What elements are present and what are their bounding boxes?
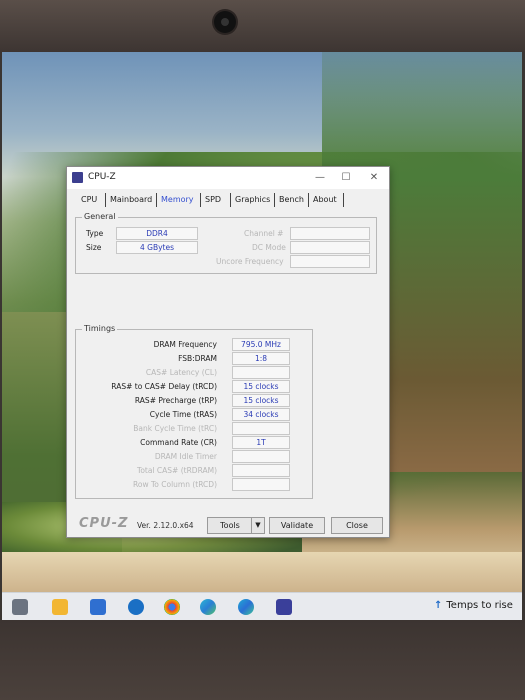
tray-notification[interactable]: ↑ Temps to rise [434, 600, 513, 611]
edge-icon[interactable] [200, 599, 216, 615]
timings-group-title: Timings [82, 324, 118, 333]
channel-value [290, 227, 370, 240]
tab-memory[interactable]: Memory [161, 193, 194, 207]
timing-value: 1:8 [232, 352, 290, 365]
timing-label: Row To Column (tRCD) [132, 480, 217, 489]
tab-mainboard[interactable]: Mainboard [110, 193, 152, 207]
footer-bar: CPU-Z Ver. 2.12.0.x64 Tools ▼ Validate C… [67, 514, 389, 536]
validate-button[interactable]: Validate [269, 517, 325, 534]
window-title: CPU-Z [88, 172, 116, 182]
timing-label: CAS# Latency (CL) [145, 368, 217, 377]
timing-label: RAS# to CAS# Delay (tRCD) [111, 382, 217, 391]
laptop-bezel-top [0, 0, 525, 52]
cpuz-logo: CPU-Z [79, 516, 129, 531]
close-window-button[interactable]: ✕ [361, 169, 387, 187]
tools-button[interactable]: Tools [207, 517, 253, 534]
timing-label: Command Rate (CR) [140, 438, 217, 447]
wallpaper-beach [2, 552, 522, 592]
minimize-button[interactable]: — [307, 169, 333, 187]
timing-value [232, 478, 290, 491]
cpuz-app-icon [72, 172, 83, 183]
channel-label: Channel # [244, 229, 284, 238]
size-value: 4 GBytes [116, 241, 198, 254]
dc-mode-value [290, 241, 370, 254]
laptop-bezel-bottom [0, 620, 525, 700]
version-text: Ver. 2.12.0.x64 [137, 521, 194, 530]
timing-label: Cycle Time (tRAS) [149, 410, 217, 419]
uncore-frequency-value [290, 255, 370, 268]
timing-label: Bank Cycle Time (tRC) [133, 424, 217, 433]
general-group: General Type DDR4 Size 4 GBytes Channel … [75, 212, 377, 274]
tab-about[interactable]: About [313, 193, 337, 207]
tab-separator [200, 193, 201, 207]
timing-label: RAS# Precharge (tRP) [134, 396, 217, 405]
timing-value [232, 450, 290, 463]
timing-label: DRAM Frequency [153, 340, 217, 349]
tab-bench[interactable]: Bench [279, 193, 304, 207]
tab-graphics[interactable]: Graphics [235, 193, 270, 207]
tab-spd[interactable]: SPD [205, 193, 221, 207]
store-icon[interactable] [90, 599, 106, 615]
tab-cpu[interactable]: CPU [81, 193, 97, 207]
outlook-icon[interactable] [128, 599, 144, 615]
desktop: CPU-Z — ☐ ✕ CPU Mainboard Memory SPD Gra… [2, 52, 522, 620]
timing-label: DRAM Idle Timer [154, 452, 217, 461]
type-value: DDR4 [116, 227, 198, 240]
task-view-icon[interactable] [12, 599, 28, 615]
timing-value [232, 422, 290, 435]
title-bar[interactable]: CPU-Z — ☐ ✕ [67, 167, 389, 189]
tab-separator [343, 193, 344, 207]
general-group-title: General [82, 212, 118, 221]
tray-text: Temps to rise [446, 600, 513, 611]
file-explorer-icon[interactable] [52, 599, 68, 615]
timing-value: 15 clocks [232, 394, 290, 407]
tab-separator [308, 193, 309, 207]
webcam-icon [214, 11, 236, 33]
cpuz-taskbar-icon[interactable] [276, 599, 292, 615]
tab-separator [105, 193, 106, 207]
tab-separator [156, 193, 157, 207]
timing-value [232, 366, 290, 379]
timing-value: 34 clocks [232, 408, 290, 421]
chrome-icon[interactable] [164, 599, 180, 615]
close-button[interactable]: Close [331, 517, 383, 534]
dc-mode-label: DC Mode [252, 243, 286, 252]
tab-separator [230, 193, 231, 207]
timing-value [232, 464, 290, 477]
timing-value: 1T [232, 436, 290, 449]
uncore-frequency-label: Uncore Frequency [216, 257, 284, 266]
timing-label: Total CAS# (tRDRAM) [137, 466, 217, 475]
timing-value: 15 clocks [232, 380, 290, 393]
tab-separator [274, 193, 275, 207]
tools-dropdown-arrow[interactable]: ▼ [251, 517, 265, 534]
size-label: Size [86, 243, 102, 252]
edge-beta-icon[interactable] [238, 599, 254, 615]
type-label: Type [86, 229, 104, 238]
timing-value: 795.0 MHz [232, 338, 290, 351]
temperature-arrow-icon: ↑ [434, 600, 443, 611]
taskbar: ↑ Temps to rise [2, 592, 522, 620]
timing-label: FSB:DRAM [178, 354, 217, 363]
maximize-button[interactable]: ☐ [333, 169, 359, 187]
cpuz-window: CPU-Z — ☐ ✕ CPU Mainboard Memory SPD Gra… [66, 166, 390, 538]
